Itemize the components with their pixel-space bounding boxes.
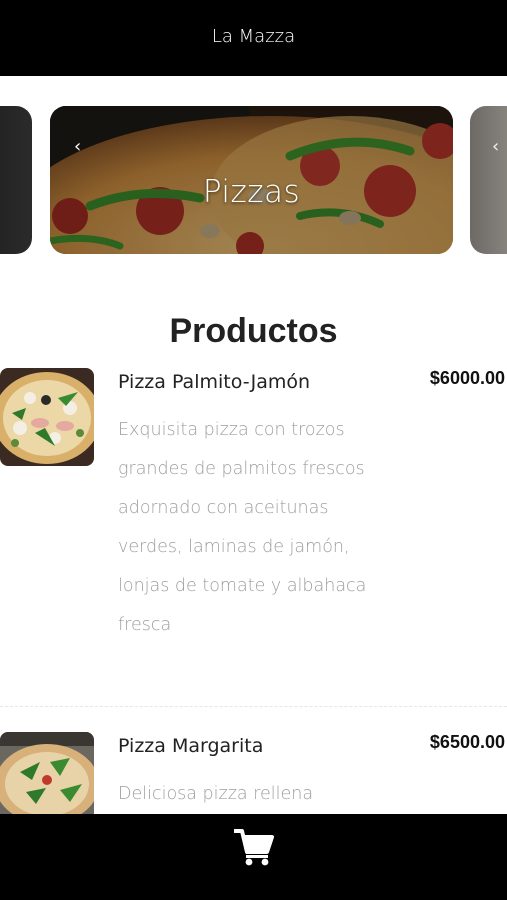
- category-label: Pizzas: [202, 174, 301, 210]
- chevron-left-icon[interactable]: ‹: [74, 138, 81, 156]
- chevron-left-icon-next[interactable]: ‹: [492, 138, 499, 156]
- category-slide-next[interactable]: ‹: [470, 106, 507, 254]
- product-name: Pizza Palmito-Jamón: [118, 371, 311, 393]
- product-item[interactable]: Pizza Palmito-Jamón $6000.00 Exquisita p…: [0, 366, 507, 706]
- section-title: Productos: [169, 312, 338, 350]
- app-title: La Mazza: [211, 25, 296, 47]
- product-name: Pizza Margarita: [118, 735, 264, 757]
- shopping-cart-icon[interactable]: [233, 828, 274, 866]
- category-slide-previous[interactable]: [0, 106, 32, 254]
- top-app-bar: La Mazza: [0, 0, 507, 76]
- product-divider: [0, 706, 507, 707]
- product-description: Exquisita pizza con trozos grandes de pa…: [118, 420, 367, 635]
- category-slide-pizzas[interactable]: ‹ Pizzas: [50, 106, 453, 254]
- category-carousel[interactable]: ‹ Pizzas ‹: [0, 106, 507, 254]
- product-image: [0, 368, 94, 466]
- bottom-bar: [0, 814, 507, 900]
- product-description: Deliciosa pizza rellena: [118, 784, 314, 804]
- product-price: $6000.00: [429, 368, 505, 388]
- product-price: $6500.00: [429, 732, 505, 752]
